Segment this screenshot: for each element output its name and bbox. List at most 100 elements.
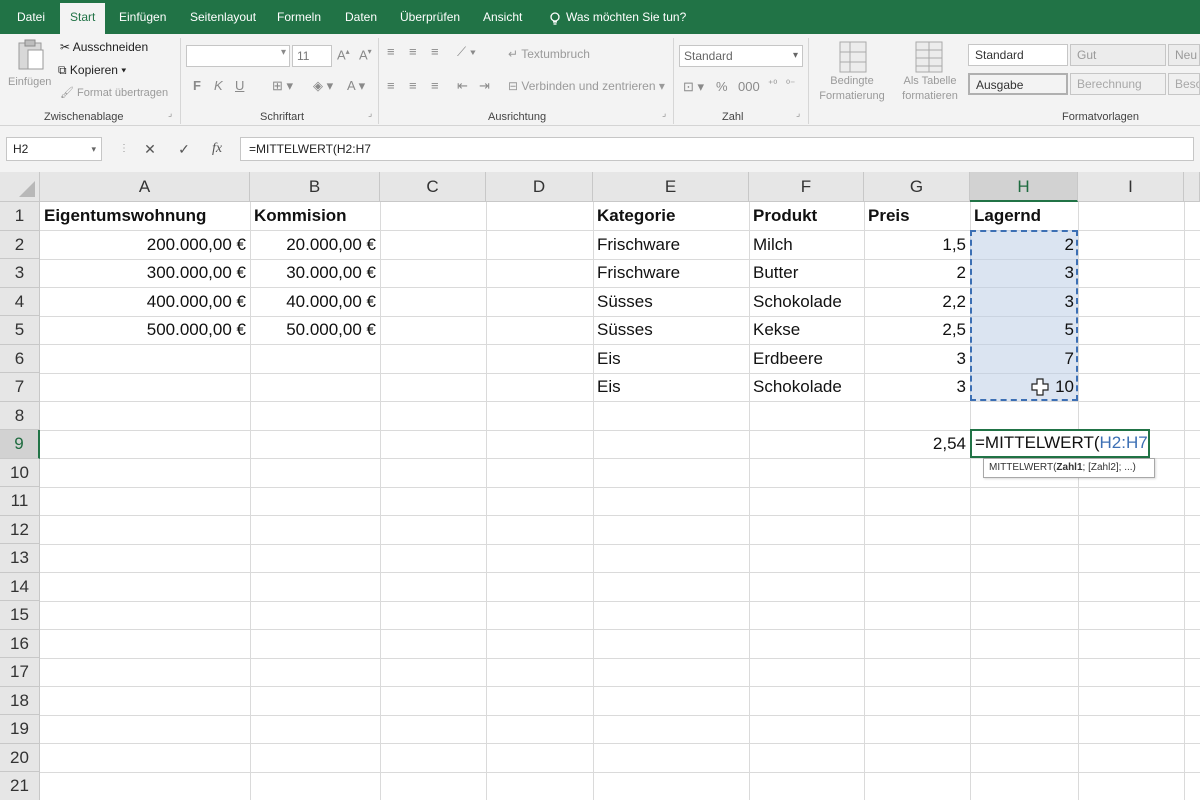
row-header-13[interactable]: 13 <box>0 544 40 573</box>
cell-h4[interactable]: 3 <box>970 288 1078 317</box>
column-header-e[interactable]: E <box>593 172 749 202</box>
cut-button[interactable]: ✂ Ausschneiden <box>60 40 148 54</box>
row-header-11[interactable]: 11 <box>0 487 40 516</box>
cell-g2[interactable]: 1,5 <box>864 231 970 260</box>
cell-g7[interactable]: 3 <box>864 373 970 402</box>
align-top-icon[interactable]: ≡ <box>387 44 395 59</box>
cell-e7[interactable]: Eis <box>593 373 749 402</box>
row-header-12[interactable]: 12 <box>0 515 40 544</box>
tell-me-box[interactable]: Was möchten Sie tun? <box>548 0 686 34</box>
row-header-21[interactable]: 21 <box>0 772 40 800</box>
fill-color-icon[interactable]: ◈ ▾ <box>313 78 333 94</box>
cell-g4[interactable]: 2,2 <box>864 288 970 317</box>
decrease-decimal-icon[interactable]: ⁰⁻ <box>786 79 795 90</box>
underline-button[interactable]: U <box>235 78 244 93</box>
column-header-d[interactable]: D <box>486 172 593 202</box>
font-size-combo[interactable]: 11 <box>292 45 332 67</box>
active-cell-editor[interactable]: =MITTELWERT(H2:H7 <box>970 429 1150 458</box>
cell-e4[interactable]: Süsses <box>593 288 749 317</box>
cell-b2[interactable]: 20.000,00 € <box>250 231 380 260</box>
merge-center-button[interactable]: ⊟ Verbinden und zentrieren ▾ <box>508 79 665 93</box>
row-header-14[interactable]: 14 <box>0 572 40 601</box>
row-header-1[interactable]: 1 <box>0 202 40 231</box>
cell-f5[interactable]: Kekse <box>749 316 864 345</box>
column-header-c[interactable]: C <box>380 172 486 202</box>
cell-e1[interactable]: Kategorie <box>593 202 749 231</box>
cell-h3[interactable]: 3 <box>970 259 1078 288</box>
increase-decimal-icon[interactable]: ⁺⁰ <box>768 79 777 90</box>
style-beschreibung[interactable]: Besc <box>1168 73 1200 95</box>
formula-input[interactable]: =MITTELWERT(H2:H7 <box>240 137 1194 161</box>
select-all-corner[interactable] <box>0 172 40 202</box>
cell-h5[interactable]: 5 <box>970 316 1078 345</box>
align-middle-icon[interactable]: ≡ <box>409 44 417 59</box>
cell-e2[interactable]: Frischware <box>593 231 749 260</box>
cell-f1[interactable]: Produkt <box>749 202 864 231</box>
row-header-3[interactable]: 3 <box>0 259 40 288</box>
column-header-i[interactable]: I <box>1078 172 1184 202</box>
tab-datei[interactable]: Datei <box>17 0 45 34</box>
cell-e6[interactable]: Eis <box>593 345 749 374</box>
alignment-launcher-icon[interactable]: ⌟ <box>662 108 666 119</box>
tab-start[interactable]: Start <box>60 3 106 34</box>
copy-button[interactable]: ⧉ Kopieren ▾ <box>58 63 126 78</box>
style-berechnung[interactable]: Berechnung <box>1070 73 1166 95</box>
cell-e3[interactable]: Frischware <box>593 259 749 288</box>
font-name-combo[interactable] <box>186 45 290 67</box>
paste-button[interactable]: Einfügen <box>8 76 51 88</box>
cell-g1[interactable]: Preis <box>864 202 970 231</box>
row-header-8[interactable]: 8 <box>0 401 40 430</box>
align-left-icon[interactable]: ≡ <box>387 78 395 93</box>
decrease-indent-icon[interactable]: ⇤ <box>457 78 468 94</box>
cell-b4[interactable]: 40.000,00 € <box>250 288 380 317</box>
row-header-7[interactable]: 7 <box>0 373 40 402</box>
comma-style-icon[interactable]: 000 <box>738 79 760 94</box>
align-right-icon[interactable]: ≡ <box>431 78 439 93</box>
cell-g9[interactable]: 2,54 <box>864 430 970 459</box>
cell-g3[interactable]: 2 <box>864 259 970 288</box>
insert-function-button[interactable]: fx <box>205 137 229 161</box>
row-header-18[interactable]: 18 <box>0 686 40 715</box>
font-color-icon[interactable]: A ▾ <box>347 78 365 94</box>
cell-f4[interactable]: Schokolade <box>749 288 864 317</box>
cell-h2[interactable]: 2 <box>970 231 1078 260</box>
function-argument-tooltip[interactable]: MITTELWERT(Zahl1; [Zahl2]; ...) <box>983 458 1155 478</box>
orientation-icon[interactable]: ⟋ ▾ <box>457 44 476 60</box>
paste-icon[interactable] <box>16 38 46 72</box>
tab-formeln[interactable]: Formeln <box>277 0 321 34</box>
shrink-font-icon[interactable]: A▾ <box>359 47 372 62</box>
cell-a4[interactable]: 400.000,00 € <box>40 288 250 317</box>
style-neutral[interactable]: Neu <box>1168 44 1200 66</box>
conditional-formatting-icon[interactable] <box>838 40 868 74</box>
row-header-9[interactable]: 9 <box>0 430 40 459</box>
cell-h6[interactable]: 7 <box>970 345 1078 374</box>
cell-f3[interactable]: Butter <box>749 259 864 288</box>
cell-g5[interactable]: 2,5 <box>864 316 970 345</box>
column-header-f[interactable]: F <box>749 172 864 202</box>
column-header-g[interactable]: G <box>864 172 970 202</box>
format-painter-button[interactable]: 🖌 Format übertragen <box>60 86 168 99</box>
name-box[interactable]: H2 ▾ <box>6 137 102 161</box>
row-header-16[interactable]: 16 <box>0 629 40 658</box>
style-gut[interactable]: Gut <box>1070 44 1166 66</box>
style-ausgabe[interactable]: Ausgabe <box>968 73 1068 95</box>
cell-a1[interactable]: Eigentumswohnung <box>40 202 250 231</box>
column-header-h[interactable]: H <box>970 172 1078 202</box>
cell-b3[interactable]: 30.000,00 € <box>250 259 380 288</box>
row-header-15[interactable]: 15 <box>0 601 40 630</box>
tab-einfuegen[interactable]: Einfügen <box>119 0 166 34</box>
cell-h7[interactable]: 10 <box>970 373 1078 402</box>
grow-font-icon[interactable]: A▴ <box>337 47 350 62</box>
cell-b5[interactable]: 50.000,00 € <box>250 316 380 345</box>
bold-button[interactable]: F <box>193 78 201 93</box>
number-format-combo[interactable]: Standard ▾ <box>679 45 803 67</box>
tab-daten[interactable]: Daten <box>345 0 377 34</box>
cell-f2[interactable]: Milch <box>749 231 864 260</box>
format-as-table-button[interactable]: Als Tabelle formatieren <box>892 74 968 104</box>
clipboard-launcher-icon[interactable]: ⌟ <box>168 108 172 119</box>
row-header-2[interactable]: 2 <box>0 230 40 259</box>
row-header-19[interactable]: 19 <box>0 715 40 744</box>
style-standard[interactable]: Standard <box>968 44 1068 66</box>
cell-a5[interactable]: 500.000,00 € <box>40 316 250 345</box>
row-header-17[interactable]: 17 <box>0 658 40 687</box>
